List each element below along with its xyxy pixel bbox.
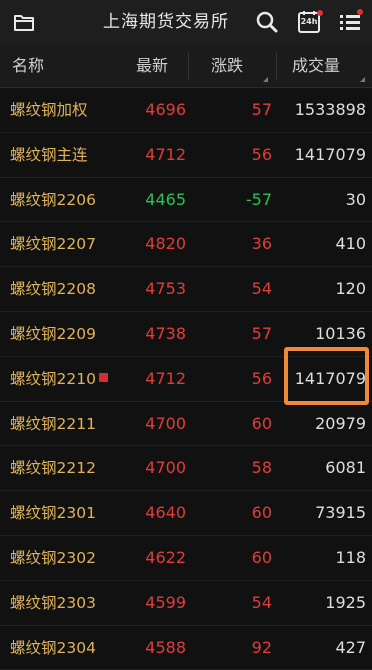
contract-name-text: 螺纹钢2209	[10, 324, 96, 343]
column-change[interactable]: 涨跌	[211, 44, 243, 88]
latest-price: 4700	[145, 458, 186, 478]
price-change: 58	[251, 458, 272, 478]
quote-screen: 上海期货交易所 24h 名称 最新 涨跌 成交量 螺纹钢加权 4696 57 1…	[0, 0, 372, 670]
contract-name-text: 螺纹钢2302	[10, 548, 96, 567]
quote-row[interactable]: 螺纹钢2212 4700 58 6081	[0, 446, 372, 492]
menu-notification-dot	[357, 9, 363, 15]
price-change: 56	[251, 368, 272, 388]
contract-name: 螺纹钢加权	[10, 88, 88, 132]
contract-name: 螺纹钢2304	[10, 626, 96, 670]
column-name[interactable]: 名称	[12, 44, 44, 88]
price-change: 54	[251, 279, 272, 299]
contract-name: 螺纹钢2209	[10, 312, 96, 356]
contract-name: 螺纹钢2212	[10, 446, 96, 490]
sort-indicator-icon	[360, 77, 365, 82]
contract-name: 螺纹钢2302	[10, 536, 96, 580]
contract-name-text: 螺纹钢主连	[10, 145, 88, 164]
price-change: 54	[251, 592, 272, 612]
latest-price: 4753	[145, 279, 186, 299]
contract-name-text: 螺纹钢加权	[10, 101, 88, 119]
trade-volume: 120	[335, 279, 366, 299]
main-contract-icon	[98, 372, 108, 382]
trade-volume: 20979	[315, 413, 366, 433]
trade-volume: 6081	[325, 458, 366, 478]
latest-price: 4738	[145, 323, 186, 343]
trade-volume: 10136	[315, 323, 366, 343]
contract-name-text: 螺纹钢2211	[10, 414, 96, 433]
price-change: 60	[251, 413, 272, 433]
contract-name-text: 螺纹钢2208	[10, 280, 96, 299]
contract-name: 螺纹钢2206	[10, 178, 96, 222]
price-change: 60	[251, 547, 272, 567]
contract-name-text: 螺纹钢2212	[10, 459, 96, 478]
price-change: 56	[251, 144, 272, 164]
sort-indicator-icon	[263, 77, 268, 82]
notification-dot	[317, 10, 323, 16]
trade-volume: 427	[335, 637, 366, 657]
column-volume[interactable]: 成交量	[292, 44, 340, 88]
contract-name: 螺纹钢2303	[10, 581, 96, 625]
contract-name: 螺纹钢2208	[10, 267, 96, 311]
contract-name-text: 螺纹钢2210	[10, 369, 96, 388]
quote-row[interactable]: 螺纹钢2211 4700 60 20979	[0, 402, 372, 447]
search-icon[interactable]	[251, 6, 283, 38]
top-bar: 上海期货交易所 24h	[0, 0, 372, 44]
trade-volume: 118	[335, 547, 366, 567]
price-change: 57	[251, 100, 272, 119]
latest-price: 4712	[145, 144, 186, 164]
column-header: 名称 最新 涨跌 成交量	[0, 44, 372, 88]
price-change: -57	[245, 189, 272, 209]
price-change: 36	[251, 234, 272, 254]
latest-price: 4640	[145, 503, 186, 523]
quote-row[interactable]: 螺纹钢2210 4712 56 1417079	[0, 357, 372, 402]
price-change: 92	[251, 637, 272, 657]
quote-row[interactable]: 螺纹钢2303 4599 54 1925	[0, 581, 372, 626]
column-divider	[276, 52, 277, 80]
quote-row[interactable]: 螺纹钢2207 4820 36 410	[0, 222, 372, 268]
contract-name-text: 螺纹钢2303	[10, 593, 96, 612]
trade-volume: 410	[335, 234, 366, 254]
quote-list: 螺纹钢加权 4696 57 1533898 螺纹钢主连 4712 56 1417079 螺纹钢2…	[0, 88, 372, 670]
trade-volume: 1417079	[294, 144, 366, 164]
quote-row[interactable]: 螺纹钢2301 4640 60 73915	[0, 491, 372, 536]
latest-price: 4588	[145, 637, 186, 657]
contract-name: 螺纹钢2211	[10, 402, 96, 446]
quote-row[interactable]: 螺纹钢2206 4465 -57 30	[0, 178, 372, 223]
calendar-24h-button[interactable]: 24h	[293, 6, 325, 38]
contract-name-text: 螺纹钢2207	[10, 235, 96, 254]
contract-name: 螺纹钢2210	[10, 357, 108, 401]
trade-volume: 73915	[315, 503, 366, 523]
contract-name: 螺纹钢2207	[10, 222, 96, 266]
column-latest[interactable]: 最新	[136, 44, 168, 88]
trade-volume: 1533898	[294, 100, 366, 119]
latest-price: 4696	[145, 100, 186, 119]
contract-name-text: 螺纹钢2206	[10, 190, 96, 209]
quote-row[interactable]: 螺纹钢加权 4696 57 1533898	[0, 88, 372, 133]
calendar-24h-label: 24h	[300, 17, 318, 26]
price-change: 60	[251, 503, 272, 523]
latest-price: 4700	[145, 413, 186, 433]
menu-list-icon[interactable]	[334, 6, 366, 38]
quote-row[interactable]: 螺纹钢2209 4738 57 10136	[0, 312, 372, 357]
latest-price: 4622	[145, 547, 186, 567]
latest-price: 4465	[145, 189, 186, 209]
price-change: 57	[251, 323, 272, 343]
quote-row[interactable]: 螺纹钢2304 4588 92 427	[0, 626, 372, 670]
quote-row[interactable]: 螺纹钢2302 4622 60 118	[0, 536, 372, 581]
trade-volume: 30	[345, 189, 366, 209]
latest-price: 4599	[145, 592, 186, 612]
latest-price: 4820	[145, 234, 186, 254]
trade-volume: 1417079	[294, 368, 366, 388]
trade-volume: 1925	[325, 592, 366, 612]
quote-row[interactable]: 螺纹钢2208 4753 54 120	[0, 267, 372, 312]
contract-name-text: 螺纹钢2304	[10, 638, 96, 657]
contract-name: 螺纹钢主连	[10, 133, 88, 177]
latest-price: 4712	[145, 368, 186, 388]
contract-name-text: 螺纹钢2301	[10, 504, 96, 523]
contract-name: 螺纹钢2301	[10, 491, 96, 535]
quote-row[interactable]: 螺纹钢主连 4712 56 1417079	[0, 133, 372, 178]
column-divider	[188, 52, 189, 80]
